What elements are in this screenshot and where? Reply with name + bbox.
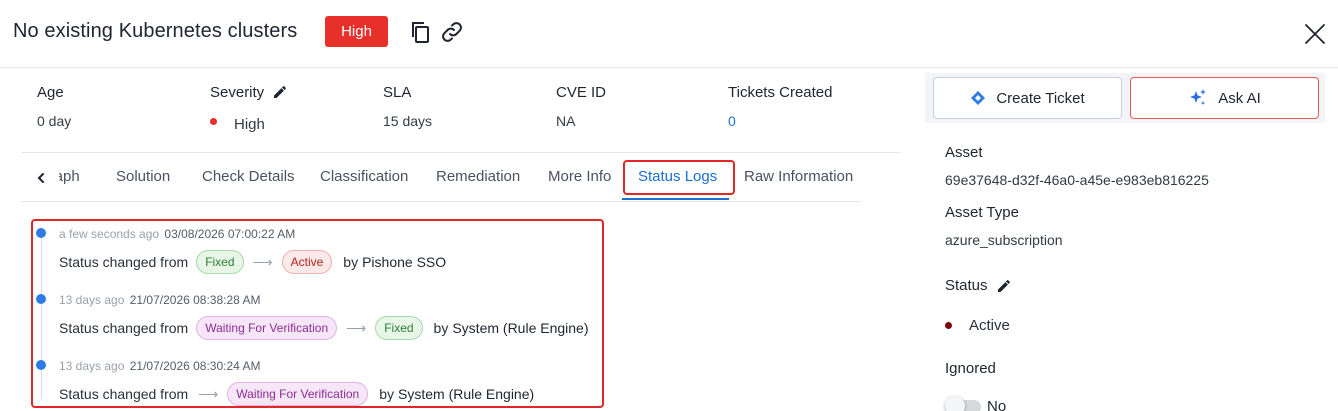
log-timestamp: 21/07/2026 08:30:24 AM — [129, 359, 261, 373]
asset-type-value: azure_subscription — [945, 232, 1063, 248]
log-timestamp: 21/07/2026 08:38:28 AM — [129, 293, 261, 307]
log-time: 13 days ago 21/07/2026 08:30:24 AM — [59, 359, 261, 373]
log-relative-time: a few seconds ago — [59, 227, 160, 241]
create-ticket-label: Create Ticket — [996, 89, 1085, 107]
age-label: Age — [37, 83, 64, 101]
status-label: Status — [945, 277, 988, 294]
asset-value: 69e37648-d32f-46a0-a45e-e983eb816225 — [945, 172, 1209, 188]
log-actor: System (Rule Engine) — [398, 386, 535, 402]
pencil-icon[interactable] — [272, 84, 288, 100]
severity-dot-icon — [210, 117, 217, 125]
ignored-value: No — [987, 398, 1007, 411]
info-tickets: Tickets Created 0 — [728, 82, 832, 130]
timeline-dot-icon — [36, 228, 46, 238]
copy-icon[interactable] — [408, 20, 432, 44]
log-by: by — [433, 320, 449, 336]
tab-check-details[interactable]: Check Details — [202, 168, 295, 185]
log-relative-time: 13 days ago — [59, 359, 125, 373]
log-prefix: Status changed from — [59, 386, 189, 402]
tab-status-logs[interactable]: Status Logs — [638, 168, 717, 185]
ask-ai-button[interactable]: Ask AI — [1130, 77, 1319, 119]
info-severity: Severity High — [210, 82, 288, 133]
status-value: Active — [969, 317, 1010, 334]
asset-type-label: Asset Type — [945, 204, 1019, 221]
tickets-count-link[interactable]: 0 — [728, 112, 832, 130]
status-value-row: Active — [945, 317, 1010, 334]
log-timestamp: 03/08/2026 07:00:22 AM — [164, 227, 296, 241]
severity-badge: High — [325, 16, 388, 47]
log-entry: Status changed from Fixed ⟶ Active by Pi… — [59, 250, 446, 274]
close-icon[interactable] — [1302, 21, 1328, 47]
cve-label: CVE ID — [556, 83, 607, 101]
severity-value-row: High — [210, 112, 288, 133]
arrow-right-icon: ⟶ — [198, 385, 219, 402]
age-value: 0 day — [37, 113, 72, 129]
info-cve: CVE ID NA — [556, 82, 606, 130]
status-label-row: Status — [945, 277, 1012, 294]
severity-label: Severity — [210, 83, 265, 101]
log-time: 13 days ago 21/07/2026 08:38:28 AM — [59, 293, 261, 307]
log-entry: Status changed from ⟶ Waiting For Verifi… — [59, 382, 534, 406]
status-dot-icon — [945, 322, 952, 329]
status-pill-to: Fixed — [375, 316, 423, 340]
status-pill-to: Waiting For Verification — [227, 382, 369, 406]
arrow-right-icon: ⟶ — [346, 319, 367, 336]
log-prefix: Status changed from — [59, 320, 189, 336]
sla-label: SLA — [383, 83, 412, 101]
chevron-left-icon[interactable] — [33, 168, 49, 188]
info-sla: SLA 15 days — [383, 82, 432, 130]
severity-value: High — [234, 115, 265, 133]
arrow-right-icon: ⟶ — [252, 253, 273, 270]
ignored-toggle-knob[interactable] — [945, 396, 965, 411]
log-time: a few seconds ago 03/08/2026 07:00:22 AM — [59, 227, 295, 241]
tickets-label: Tickets Created — [728, 83, 833, 101]
status-logs-highlight-box — [31, 219, 604, 408]
link-icon[interactable] — [440, 20, 464, 44]
log-by: by — [379, 386, 394, 402]
page-title: No existing Kubernetes clusters — [13, 20, 298, 42]
tab-raw-information[interactable]: Raw Information — [744, 168, 853, 185]
severity-label-row: Severity — [210, 82, 288, 102]
ask-ai-label: Ask AI — [1218, 89, 1261, 107]
tab-bar: Graph Solution Check Details Classificat… — [21, 158, 861, 202]
timeline-dot-icon — [36, 360, 46, 370]
asset-label: Asset — [945, 144, 983, 161]
tab-solution[interactable]: Solution — [116, 168, 170, 185]
modal-header: No existing Kubernetes clusters High — [0, 0, 1338, 68]
sla-value: 15 days — [383, 113, 433, 129]
tab-more-info[interactable]: More Info — [548, 168, 611, 185]
ignored-label: Ignored — [945, 360, 996, 377]
create-ticket-button[interactable]: Create Ticket — [933, 77, 1122, 119]
tab-remediation[interactable]: Remediation — [436, 168, 520, 185]
log-entry: Status changed from Waiting For Verifica… — [59, 316, 589, 340]
timeline-line — [41, 233, 42, 399]
info-age: Age 0 day — [37, 82, 71, 130]
active-tab-indicator — [622, 198, 729, 200]
pencil-icon[interactable] — [996, 278, 1012, 294]
tab-classification[interactable]: Classification — [320, 168, 408, 185]
log-by: by — [343, 254, 359, 270]
status-pill-from: Fixed — [196, 250, 244, 274]
timeline-dot-icon — [36, 294, 46, 304]
cve-value: NA — [556, 113, 576, 129]
log-prefix: Status changed from — [59, 254, 189, 270]
jira-diamond-icon — [971, 91, 986, 105]
log-relative-time: 13 days ago — [59, 293, 125, 307]
tab-graph[interactable]: Graph — [59, 168, 81, 185]
sparkle-icon — [1190, 89, 1207, 105]
log-actor: System (Rule Engine) — [452, 320, 589, 336]
status-pill-from: Waiting For Verification — [196, 316, 338, 340]
log-actor: Pishone SSO — [362, 254, 447, 270]
divider — [21, 152, 900, 153]
status-pill-to: Active — [281, 250, 333, 274]
